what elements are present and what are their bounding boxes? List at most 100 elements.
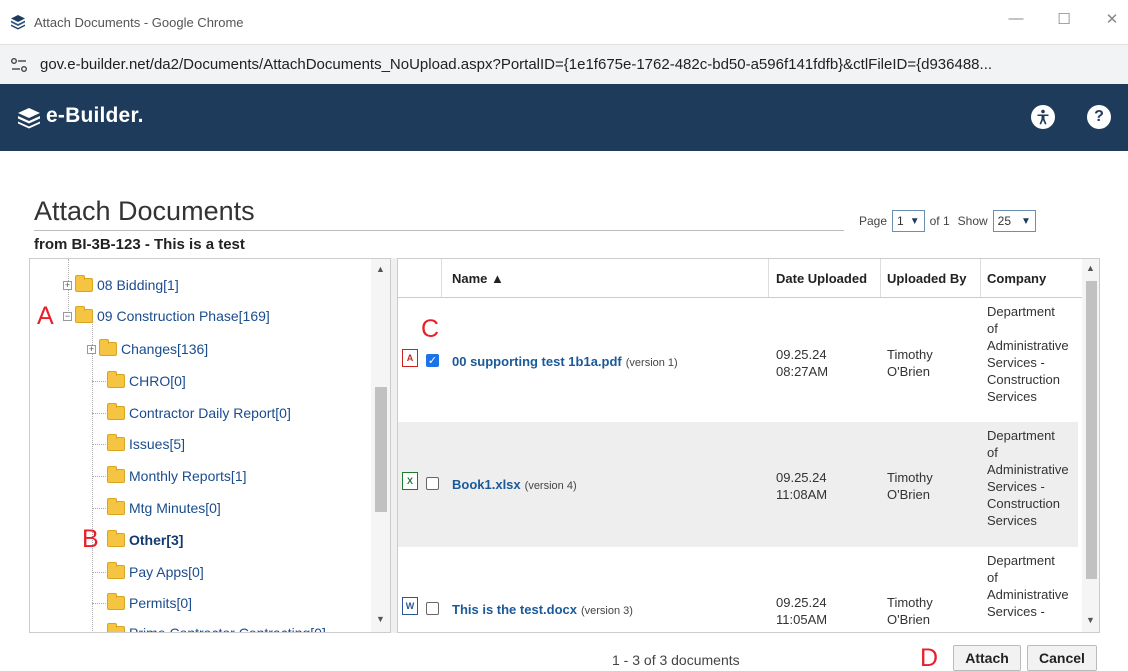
tree-item-contractor-daily-report[interactable]: Contractor Daily Report[0] bbox=[107, 403, 291, 423]
document-version: (version 3) bbox=[580, 605, 633, 617]
scroll-down-icon[interactable]: ▼ bbox=[1086, 615, 1095, 625]
folder-icon bbox=[107, 530, 125, 547]
app-logo-text: e-Builder. bbox=[46, 104, 144, 127]
folder-icon bbox=[107, 371, 125, 388]
folder-icon bbox=[107, 466, 125, 483]
date-text: 09.25.24 bbox=[776, 595, 827, 610]
window-titlebar: Attach Documents - Google Chrome — ☐ ✕ bbox=[0, 0, 1128, 44]
document-link[interactable]: 00 supporting test 1b1a.pdf bbox=[452, 354, 622, 369]
company-line: of bbox=[987, 570, 998, 585]
tree-item-monthly-reports[interactable]: Monthly Reports[1] bbox=[107, 466, 247, 486]
table-row[interactable]: X Book1.xlsx (version 4) 09.25.24 11:08AM… bbox=[398, 422, 1078, 547]
row-checkbox[interactable] bbox=[426, 477, 439, 490]
date-text: 09.25.24 bbox=[776, 347, 827, 362]
tree-item-label: 08 Bidding[1] bbox=[97, 277, 179, 293]
scroll-up-icon[interactable]: ▲ bbox=[376, 264, 385, 274]
time-text: 11:05AM bbox=[776, 612, 828, 627]
folder-icon bbox=[107, 593, 125, 610]
e-builder-logo-icon bbox=[18, 108, 40, 129]
cancel-button[interactable]: Cancel bbox=[1027, 645, 1097, 671]
tree-item-permits[interactable]: Permits[0] bbox=[107, 593, 192, 613]
scroll-down-icon[interactable]: ▼ bbox=[376, 614, 385, 624]
column-header-uploaded-by[interactable]: Uploaded By bbox=[881, 259, 981, 297]
document-link[interactable]: Book1.xlsx bbox=[452, 477, 521, 492]
maximize-icon[interactable]: ☐ bbox=[1054, 10, 1074, 28]
company-cell: Department of Administrative Services - bbox=[987, 552, 1069, 620]
scroll-up-icon[interactable]: ▲ bbox=[1086, 263, 1095, 273]
tree-item-09-construction-phase[interactable]: − 09 Construction Phase[169] bbox=[63, 306, 270, 326]
tree-item-label: Pay Apps[0] bbox=[129, 564, 204, 580]
accessibility-icon[interactable] bbox=[1031, 105, 1055, 129]
company-line: Services - bbox=[987, 604, 1045, 619]
tree-item-other[interactable]: Other[3] bbox=[107, 530, 183, 550]
tree-scrollbar-thumb[interactable] bbox=[375, 387, 387, 512]
document-name-cell[interactable]: Book1.xlsx (version 4) bbox=[452, 476, 577, 495]
folder-icon bbox=[107, 562, 125, 579]
tree-connector bbox=[92, 476, 106, 477]
attach-button[interactable]: Attach bbox=[953, 645, 1021, 671]
page-size-select[interactable]: 25 ▼ bbox=[992, 210, 1036, 232]
documents-scrollbar[interactable]: ▲ ▼ bbox=[1082, 259, 1099, 632]
app-header: e-Builder. ? bbox=[0, 84, 1128, 151]
table-row[interactable]: A ✓ 00 supporting test 1b1a.pdf (version … bbox=[398, 298, 1078, 422]
url-bar[interactable]: gov.e-builder.net/da2/Documents/AttachDo… bbox=[0, 44, 1128, 84]
document-version: (version 4) bbox=[524, 480, 577, 492]
tree-item-changes[interactable]: + Changes[136] bbox=[87, 339, 208, 359]
document-name-cell[interactable]: 00 supporting test 1b1a.pdf (version 1) bbox=[452, 353, 678, 372]
tree-item-mtg-minutes[interactable]: Mtg Minutes[0] bbox=[107, 498, 221, 518]
tree-item-label: 09 Construction Phase[169] bbox=[97, 308, 270, 324]
tree-item-label: Permits[0] bbox=[129, 595, 193, 611]
document-link[interactable]: This is the test.docx bbox=[452, 602, 577, 617]
company-line: of bbox=[987, 321, 998, 336]
date-text: 09.25.24 bbox=[776, 470, 827, 485]
tree-item-chro[interactable]: CHRO[0] bbox=[107, 371, 186, 391]
title-divider bbox=[34, 230, 844, 231]
tree-item-issues[interactable]: Issues[5] bbox=[107, 434, 185, 454]
pager: Page 1 ▼ of 1 Show 25 ▼ bbox=[859, 210, 1036, 232]
row-checkbox[interactable] bbox=[426, 602, 439, 615]
tree-connector bbox=[92, 381, 106, 382]
date-uploaded-cell: 09.25.24 11:08AM bbox=[776, 469, 827, 503]
tree-scrollbar[interactable]: ▲ ▼ bbox=[371, 259, 390, 632]
tree-item-label: Contractor Daily Report[0] bbox=[129, 405, 291, 421]
tree-item-label: Prime Contractor Contracting[0] bbox=[129, 625, 326, 633]
company-cell: Department of Administrative Services - … bbox=[987, 427, 1069, 529]
show-label: Show bbox=[957, 214, 988, 228]
time-text: 11:08AM bbox=[776, 487, 828, 502]
document-version: (version 1) bbox=[625, 357, 678, 369]
expand-icon[interactable]: + bbox=[63, 280, 72, 290]
tree-item-08-bidding[interactable]: + 08 Bidding[1] bbox=[63, 275, 179, 295]
column-header-date-uploaded[interactable]: Date Uploaded bbox=[769, 259, 881, 297]
help-icon[interactable]: ? bbox=[1087, 105, 1111, 129]
table-row[interactable]: W This is the test.docx (version 3) 09.25… bbox=[398, 547, 1078, 632]
page-title: Attach Documents bbox=[34, 196, 255, 226]
documents-scrollbar-thumb[interactable] bbox=[1086, 281, 1097, 579]
page-select[interactable]: 1 ▼ bbox=[892, 210, 925, 232]
url-text[interactable]: gov.e-builder.net/da2/Documents/AttachDo… bbox=[40, 56, 1120, 73]
tree-item-label: Mtg Minutes[0] bbox=[129, 500, 221, 516]
accessibility-icon-glyph bbox=[1037, 109, 1049, 125]
tree-item-pay-apps[interactable]: Pay Apps[0] bbox=[107, 562, 204, 582]
annotation-c: C bbox=[421, 315, 440, 343]
document-name-cell[interactable]: This is the test.docx (version 3) bbox=[452, 601, 633, 620]
collapse-icon[interactable]: − bbox=[63, 311, 72, 321]
close-icon[interactable]: ✕ bbox=[1102, 10, 1122, 28]
tree-item-prime-contractor-contracting[interactable]: Prime Contractor Contracting[0] bbox=[107, 623, 326, 633]
annotation-a: A bbox=[37, 302, 54, 330]
tree-connector bbox=[92, 572, 106, 573]
tree-item-label: Other[3] bbox=[129, 532, 184, 548]
column-header-name[interactable]: Name ▲ bbox=[442, 259, 769, 297]
folder-icon bbox=[107, 623, 125, 632]
tree-item-label: Issues[5] bbox=[129, 436, 186, 452]
minimize-icon[interactable]: — bbox=[1006, 10, 1026, 27]
tree-item-label: CHRO[0] bbox=[129, 373, 186, 389]
expand-icon[interactable]: + bbox=[87, 344, 96, 354]
company-line: Administrative bbox=[987, 462, 1069, 477]
site-settings-icon[interactable] bbox=[10, 57, 28, 73]
company-line: Services - bbox=[987, 479, 1045, 494]
row-checkbox[interactable]: ✓ bbox=[426, 354, 439, 367]
document-count: 1 - 3 of 3 documents bbox=[612, 652, 740, 668]
page-size-value: 25 bbox=[997, 214, 1012, 228]
column-header-company[interactable]: Company bbox=[981, 259, 1082, 297]
company-line: Administrative bbox=[987, 338, 1069, 353]
